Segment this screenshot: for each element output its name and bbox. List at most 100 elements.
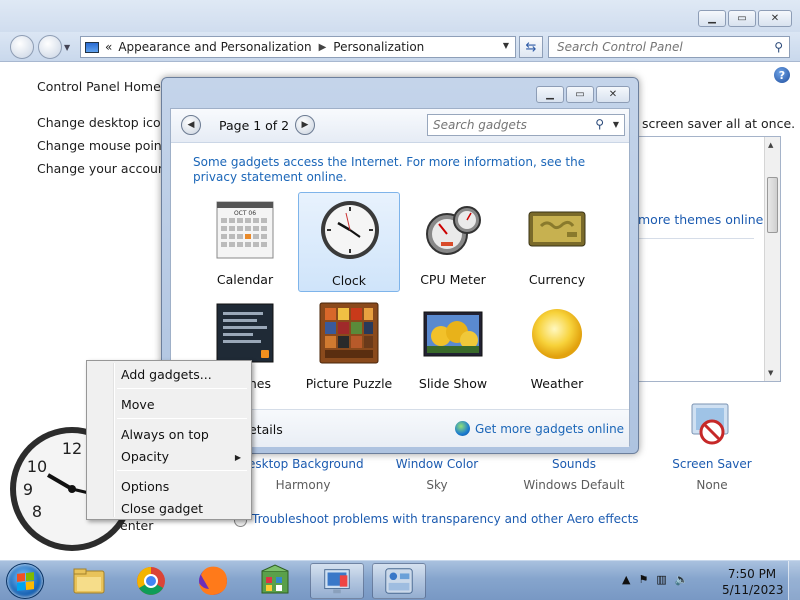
gallery-window-controls: ▁ ▭ ✕ [536,86,630,103]
gallery-restore-button[interactable]: ▭ [566,86,594,103]
currency-icon [528,211,586,247]
scroll-down-icon[interactable]: ▼ [768,369,773,377]
desktop-background-option[interactable]: esktop Background Harmony [248,457,364,492]
gadget-calendar[interactable]: OCT 06 Calendar [194,192,296,292]
cpu-meter-icon [426,206,481,255]
slide-show-icon [423,311,483,357]
gadget-label: Weather [530,376,584,391]
show-desktop-button[interactable] [788,561,800,600]
search-icon[interactable]: ⚲ [774,40,783,54]
gadget-weather[interactable]: Weather [506,296,608,396]
window-titlebar[interactable]: ▁ ▭ ✕ [0,0,800,34]
menu-move[interactable]: Move [121,397,155,412]
gadget-clock[interactable]: Clock [298,192,400,292]
submenu-arrow-icon: ▶ [234,453,241,462]
personalization-description: screen saver all at once. [642,116,796,131]
menu-opacity[interactable]: Opacity [121,449,169,464]
taskbar-date[interactable]: 5/11/2023 [722,583,784,597]
start-button[interactable] [6,563,44,599]
screen-saver-value: None [696,478,728,492]
show-details-toggle[interactable]: etails [249,422,283,437]
screen-saver-icon[interactable] [688,402,734,452]
desktop-background-label[interactable]: esktop Background [248,457,364,471]
refresh-button[interactable]: ⇆ [519,36,543,58]
breadcrumb-personalization[interactable]: Personalization [333,40,424,54]
minimize-button[interactable]: ▁ [698,10,726,27]
get-more-themes-link[interactable]: more themes online [638,212,763,227]
breadcrumb-appearance[interactable]: Appearance and Personalization [118,40,311,54]
close-button[interactable]: ✕ [758,10,792,27]
gadget-picture-puzzle[interactable]: Picture Puzzle [298,296,400,396]
recent-pages-dropdown-icon[interactable]: ▼ [64,43,70,52]
show-hidden-icons-icon[interactable]: ▲ [622,573,630,586]
scroll-thumb[interactable] [767,177,778,233]
menu-options[interactable]: Options [121,479,169,494]
sounds-label[interactable]: Sounds [520,457,628,471]
control-panel-home-link[interactable]: Control Panel Home [37,79,161,94]
gadget-search[interactable]: ⚲ ▼ [427,114,625,136]
window-color-option[interactable]: Window Color Sky [392,457,482,492]
next-page-button[interactable]: ▶ [295,115,315,135]
gallery-minimize-button[interactable]: ▁ [536,86,564,103]
screen-saver-label[interactable]: Screen Saver [668,457,756,471]
get-more-gadgets-link[interactable]: Get more gadgets online [475,422,624,436]
gadget-cpu-meter[interactable]: CPU Meter [402,192,504,292]
package-icon[interactable] [248,563,302,599]
search-icon[interactable]: ⚲ [595,117,604,131]
window-color-label[interactable]: Window Color [392,457,482,471]
gadget-slide-show[interactable]: Slide Show [402,296,504,396]
themes-divider [636,238,754,239]
search-dropdown-icon[interactable]: ▼ [613,120,619,129]
clock-hour-9: 9 [23,480,33,499]
change-desktop-icons-link[interactable]: Change desktop icons [37,115,175,130]
gadget-search-input[interactable] [428,115,578,135]
globe-icon [455,421,470,436]
address-dropdown-icon[interactable]: ▼ [503,41,509,50]
breadcrumb-separator-icon[interactable]: ▶ [319,42,327,53]
window-color-value: Sky [426,478,448,492]
troubleshoot-aero-link[interactable]: Troubleshoot problems with transparency … [252,512,639,526]
forward-button[interactable] [38,35,62,59]
taskbar: ▲ ⚑ ▥ 🔈 7:50 PM 5/11/2023 [0,560,800,600]
screen-saver-option[interactable]: Screen Saver None [668,457,756,492]
scroll-up-icon[interactable]: ▲ [768,141,773,149]
personalization-icon[interactable] [310,563,364,599]
maximize-button[interactable]: ▭ [728,10,756,27]
weather-icon [532,309,582,359]
menu-separator [117,388,247,389]
gadget-currency[interactable]: Currency [506,192,608,292]
menu-close-gadget[interactable]: Close gadget [121,501,203,516]
control-panel-search-input[interactable] [549,37,759,57]
back-button[interactable] [10,35,34,59]
clock-hour-12: 12 [62,439,82,458]
chrome-icon[interactable] [124,563,178,599]
themes-scrollbar[interactable]: ▲ ▼ [764,137,780,381]
help-icon[interactable]: ? [774,67,790,83]
navigation-bar: ▼ « Appearance and Personalization ▶ Per… [0,32,800,62]
gadget-label: Clock [332,273,366,288]
action-center-icon[interactable]: ⚑ [638,573,648,586]
windows-logo-icon [17,572,34,591]
sounds-option[interactable]: Sounds Windows Default [520,457,628,492]
volume-icon[interactable]: 🔈 [675,573,689,586]
gadget-context-menu: Add gadgets... Move Always on top Opacit… [86,360,252,520]
privacy-note-link[interactable]: Some gadgets access the Internet. For mo… [193,155,613,185]
gallery-close-button[interactable]: ✕ [596,86,630,103]
breadcrumb-overflow[interactable]: « [105,40,112,54]
control-panel-search[interactable]: ⚲ [548,36,790,58]
address-bar[interactable]: « Appearance and Personalization ▶ Perso… [80,36,516,58]
file-explorer-icon[interactable] [62,563,116,599]
gadget-label: Currency [528,272,586,287]
clock-icon [321,201,379,259]
taskbar-time[interactable]: 7:50 PM [724,567,780,581]
network-icon[interactable]: ▥ [656,573,666,586]
gadget-gallery-icon[interactable] [372,563,426,599]
window-controls: ▁ ▭ ✕ [698,10,792,27]
gallery-toolbar: ◀ Page 1 of 2 ▶ ⚲ ▼ [171,109,629,143]
menu-add-gadgets[interactable]: Add gadgets... [121,367,212,382]
previous-page-button[interactable]: ◀ [181,115,201,135]
feed-headlines-icon [216,303,274,363]
menu-always-on-top[interactable]: Always on top [121,427,209,442]
menu-separator [117,418,247,419]
firefox-icon[interactable] [186,563,240,599]
